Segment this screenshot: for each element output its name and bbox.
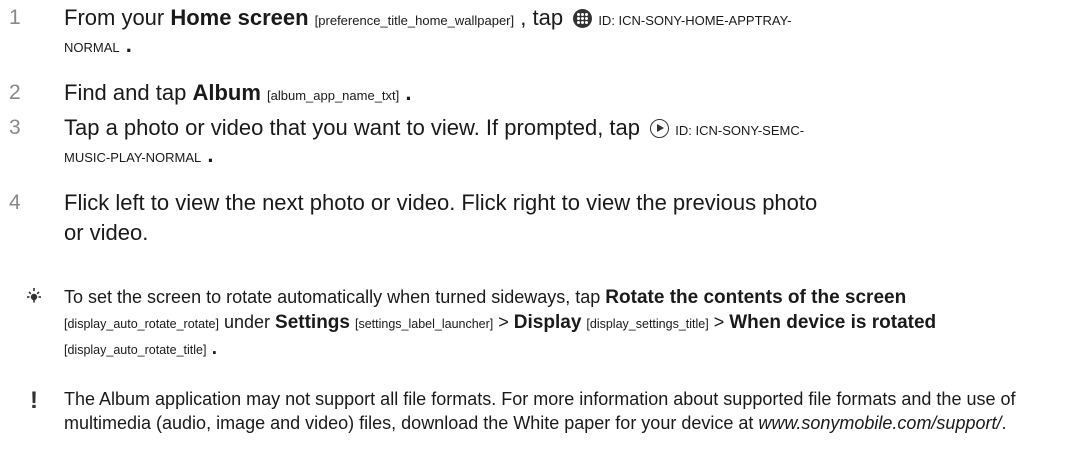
step-number: 4: [9, 191, 21, 214]
string-id-tag: [settings_label_launcher]: [354, 317, 494, 331]
step-text: From your Home screen [preference_title_…: [64, 5, 792, 30]
exclamation-icon: !: [30, 387, 38, 414]
app-tray-icon: [573, 9, 593, 28]
icon-id-tag: ID: ICN-SONY-HOME-APPTRAY-: [598, 13, 792, 28]
step-text: Flick left to view the next photo or vid…: [64, 190, 818, 245]
ui-term: Rotate the contents of the screen: [605, 287, 907, 308]
string-id-tag: [preference_title_home_wallpaper]: [314, 13, 515, 28]
tip-text: To set the screen to rotate automaticall…: [64, 287, 937, 359]
step-text-continued: MUSIC-PLAY-NORMAL .: [64, 142, 214, 167]
icon-id-tag: ID: ICN-SONY-SEMC-: [675, 123, 805, 138]
ui-term: Home screen: [170, 5, 309, 30]
string-id-tag: [display_auto_rotate_title]: [64, 343, 207, 357]
step-text-continued: NORMAL .: [64, 32, 132, 57]
ui-term: Settings: [275, 312, 350, 333]
step-text: Find and tap Album [album_app_name_txt] …: [64, 80, 412, 105]
ui-term: Album: [192, 80, 261, 105]
string-id-tag: [display_auto_rotate_rotate]: [64, 317, 219, 331]
note-text: The Album application may not support al…: [64, 389, 1016, 433]
play-icon: [650, 119, 670, 138]
lightbulb-icon: [24, 286, 44, 312]
support-url: www.sonymobile.com/support/: [758, 413, 1002, 433]
step-number: 3: [9, 116, 21, 139]
step-number: 2: [9, 81, 21, 104]
ui-term: When device is rotated: [729, 312, 937, 333]
string-id-tag: [display_settings_title]: [586, 317, 709, 331]
ui-term: Display: [513, 312, 582, 333]
string-id-tag: [album_app_name_txt]: [267, 88, 400, 103]
step-number: 1: [9, 6, 21, 29]
